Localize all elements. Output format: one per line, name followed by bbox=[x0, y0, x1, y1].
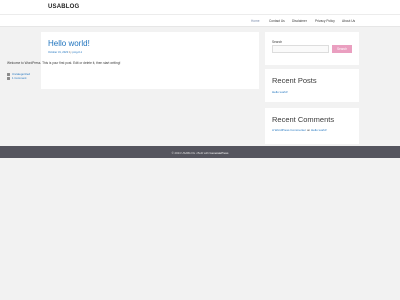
site-footer: © 2024 USABLOG • Built with GeneratePres… bbox=[0, 146, 400, 158]
search-label: Search bbox=[272, 40, 283, 44]
search-button[interactable]: Search bbox=[332, 45, 352, 53]
comment-post-link[interactable]: Hello world! bbox=[311, 128, 327, 132]
recent-comment-item: A WordPress Commenter on Hello world! bbox=[272, 128, 327, 132]
search-input[interactable] bbox=[272, 45, 329, 53]
nav-item-home[interactable]: Home bbox=[251, 19, 260, 23]
post-comments-line: 1 Comment bbox=[7, 76, 26, 80]
nav-item-about-us[interactable]: About Us bbox=[342, 19, 355, 23]
nav-item-contact-us[interactable]: Contact Us bbox=[269, 19, 285, 23]
recent-posts-title: Recent Posts bbox=[272, 76, 317, 85]
site-title[interactable]: USABLOG bbox=[48, 4, 79, 10]
nav-item-privacy-policy[interactable]: Privacy Policy bbox=[315, 19, 335, 23]
post-content: Welcome to WordPress. This is your first… bbox=[7, 61, 121, 65]
footer-theme-link[interactable]: GeneratePress bbox=[210, 151, 229, 155]
search-widget: Search Search bbox=[265, 32, 359, 65]
post-date[interactable]: October 31, 2023 bbox=[48, 51, 68, 54]
post-meta: October 31, 2023 by prog-0-1 bbox=[48, 51, 82, 54]
comment-on-text: on bbox=[306, 128, 311, 132]
post-comments-link[interactable]: 1 Comment bbox=[12, 76, 26, 80]
recent-comments-widget: Recent Comments A WordPress Commenter on… bbox=[265, 108, 359, 144]
footer-text: © 2024 USABLOG • Built with GeneratePres… bbox=[0, 151, 400, 155]
footer-copyright: © 2024 USABLOG bbox=[171, 150, 196, 155]
post-title[interactable]: Hello world! bbox=[48, 39, 90, 48]
footer-built-with: • Built with bbox=[195, 150, 209, 155]
comment-icon bbox=[7, 76, 10, 80]
post-author[interactable]: prog-0-1 bbox=[72, 51, 82, 54]
nav-item-disclaimer[interactable]: Disclaimer bbox=[292, 19, 307, 23]
main-navigation: Home Contact Us Disclaimer Privacy Polic… bbox=[0, 14, 400, 27]
recent-post-link[interactable]: Hello world! bbox=[272, 90, 288, 94]
recent-posts-widget: Recent Posts Hello world! bbox=[265, 69, 359, 102]
comment-author-link[interactable]: A WordPress Commenter bbox=[272, 128, 306, 132]
site-header: USABLOG bbox=[0, 0, 400, 14]
recent-comments-title: Recent Comments bbox=[272, 115, 335, 124]
